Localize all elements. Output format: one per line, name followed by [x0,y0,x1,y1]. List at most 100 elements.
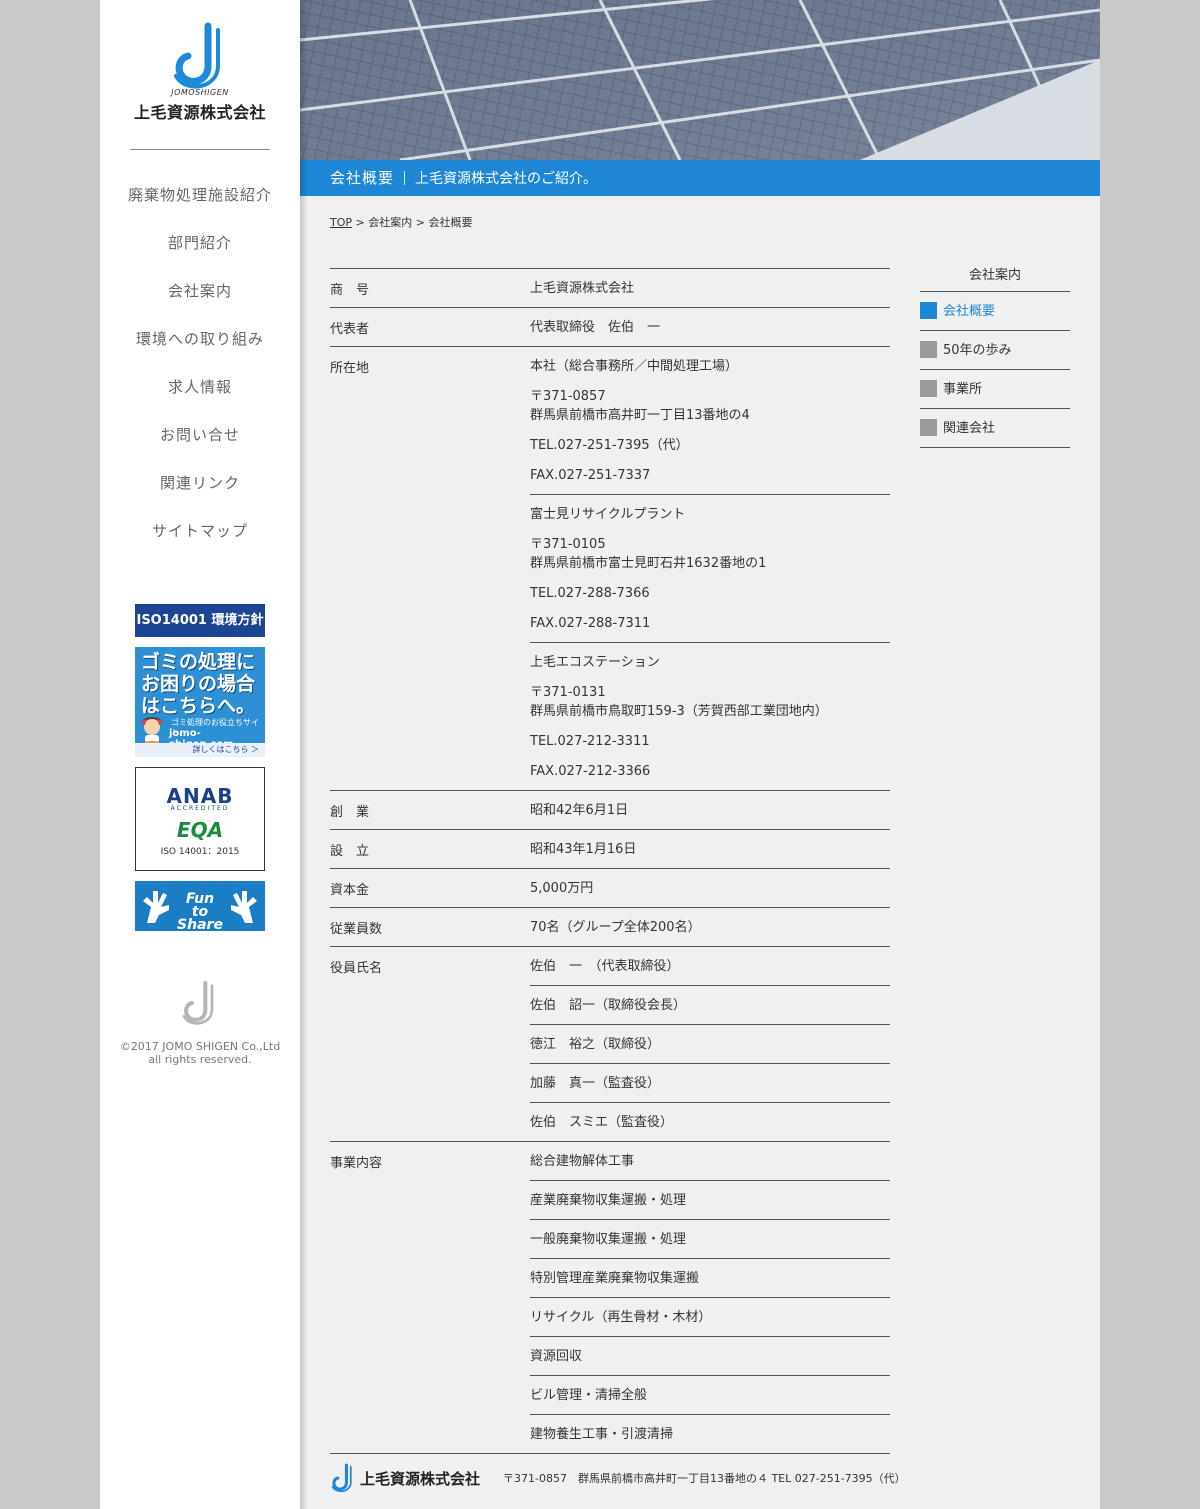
location-tel: TEL.027-251-7395（代） [530,438,689,453]
iso-standard-label: ISO 14001：2015 [160,847,240,857]
table-row: 事業内容 総合建物解体工事 産業廃棄物収集運搬・処理 一般廃棄物収集運搬・処理 … [330,1142,890,1454]
location-street: 群馬県前橋市富士見町石井1632番地の1 [530,556,767,571]
business-item: ビル管理・清掃全般 [530,1375,890,1414]
eqa-logo: EQA [176,818,224,842]
company-subnav: 会社案内 会社概要 50年の歩み 事業所 関連会社 [920,264,1070,448]
location-address: 〒371-0857 群馬県前橋市高井町一丁目13番地の4 [530,387,890,425]
row-label-location: 所在地 [330,361,370,376]
business-item: リサイクル（再生骨材・木材） [530,1297,890,1336]
site-logo[interactable]: JOMOSHIGEN 上毛資源株式会社 [100,22,300,123]
location-zip: 〒371-0105 [530,537,606,552]
copyright-line-1: ©2017 JOMO SHIGEN Co.,Ltd [119,1040,281,1053]
nav-item-sitemap[interactable]: サイトマップ [100,514,300,562]
subnav-item-label: 関連会社 [943,421,996,436]
solar-panel-illustration [300,0,1100,160]
row-value-trade-name: 上毛資源株式会社 [530,281,635,296]
subnav-item-label: 50年の歩み [943,343,1012,358]
page-subtitle: 上毛資源株式会社のご紹介。 [415,171,598,187]
breadcrumb-company[interactable]: 会社案内 [368,216,412,229]
breadcrumb-current: 会社概要 [428,216,473,229]
location-address: 〒371-0131 群馬県前橋市鳥取町159-3（芳賀西部工業団地内） [530,683,890,721]
square-bullet-icon [920,341,937,358]
business-item: 特別管理産業廃棄物収集運搬 [530,1258,890,1297]
location-fujimi-plant: 富士見リサイクルプラント 〒371-0105 群馬県前橋市富士見町石井1632番地… [530,494,890,642]
table-row: 役員氏名 佐伯 一 （代表取締役） 佐伯 詔一（取締役会長） 徳江 裕之（取締役… [330,947,890,1142]
location-fax: FAX.027-212-3366 [530,764,651,779]
row-value-employees: 70名（グループ全体200名） [530,920,701,935]
footer-logo-mark-icon[interactable] [330,1460,356,1496]
footer-address: 〒371-0857 群馬県前橋市高井町一丁目13番地の４ TEL 027-251… [503,1472,906,1485]
gomi-line-3: はこちらへ。 [141,695,256,717]
table-row: 設 立 昭和43年1月16日 [330,830,890,869]
nav-item-departments[interactable]: 部門紹介 [100,226,300,274]
row-value-capital: 5,000万円 [530,881,594,896]
location-zip: 〒371-0131 [530,685,606,700]
officer-item: 佐伯 一 （代表取締役） [530,959,680,974]
row-label-established: 設 立 [330,844,370,859]
page-title-bar: 会社概要 上毛資源株式会社のご紹介。 [300,160,1100,196]
main-edge-shadow [300,0,308,1509]
table-row: 創 業 昭和42年6月1日 [330,791,890,830]
officer-item: 加藤 真一（監査役） [530,1063,890,1102]
location-name: 富士見リサイクルプラント [530,507,686,522]
breadcrumb-sep-1: > [352,216,369,229]
logo-mark-icon [174,22,220,89]
title-separator [404,171,406,185]
row-value-established: 昭和43年1月16日 [530,842,637,857]
page-footer: 上毛資源株式会社 〒371-0857 群馬県前橋市高井町一丁目13番地の４ TE… [330,1458,1090,1498]
gomi-help-banner[interactable]: ゴミの処理に お困りの場合 はこちらへ。 ゴミ処理のお役立ちサイト jomo-s… [135,647,265,757]
copyright: ©2017 JOMO SHIGEN Co.,Ltd all rights res… [100,1040,300,1066]
footer-company-name: 上毛資源株式会社 [360,1470,481,1488]
row-label-trade-name: 商 号 [330,283,370,298]
main-content: 会社概要 上毛資源株式会社のご紹介。 TOP > 会社案内 > 会社概要 商 号 … [300,0,1100,1509]
company-info-table: 商 号 上毛資源株式会社 代表者 代表取締役 佐伯 一 所在地 本社（総合事務所… [330,268,890,1454]
officer-item: 徳江 裕之（取締役） [530,1024,890,1063]
fun-to-share-banner[interactable]: Fun to Share [135,881,265,932]
business-item: 一般廃棄物収集運搬・処理 [530,1219,890,1258]
nav-item-links[interactable]: 関連リンク [100,466,300,514]
row-label-officers: 役員氏名 [330,961,383,976]
location-name: 本社（総合事務所／中間処理工場） [530,359,739,374]
breadcrumb-top-link[interactable]: TOP [330,216,352,229]
nav-item-facilities[interactable]: 廃棄物処理施設紹介 [100,178,300,226]
row-value-representative: 代表取締役 佐伯 一 [530,320,661,335]
logo-company-name: 上毛資源株式会社 [133,103,266,122]
sidebar: JOMOSHIGEN 上毛資源株式会社 廃棄物処理施設紹介 部門紹介 会社案内 … [100,0,300,1509]
location-tel: TEL.027-288-7366 [530,586,650,601]
table-row: 商 号 上毛資源株式会社 [330,269,890,308]
subnav-item-offices[interactable]: 事業所 [920,370,1070,409]
officer-item: 佐伯 詔一（取締役会長） [530,985,890,1024]
page-wrapper: JOMOSHIGEN 上毛資源株式会社 廃棄物処理施設紹介 部門紹介 会社案内 … [100,0,1100,1509]
business-item: 資源回収 [530,1336,890,1375]
square-bullet-icon [920,380,937,397]
location-zip: 〒371-0857 [530,389,606,404]
square-bullet-icon [920,302,937,319]
nav-item-company[interactable]: 会社案内 [100,274,300,322]
anab-accredited: ACCREDITED [170,805,230,812]
row-value-founded: 昭和42年6月1日 [530,803,629,818]
nav-item-recruit[interactable]: 求人情報 [100,370,300,418]
location-street: 群馬県前橋市鳥取町159-3（芳賀西部工業団地内） [530,704,828,719]
gomi-line-1: ゴミの処理に [141,651,256,673]
breadcrumb: TOP > 会社案内 > 会社概要 [330,214,472,230]
location-fax: FAX.027-288-7311 [530,616,651,631]
row-label-representative: 代表者 [330,322,370,337]
row-label-employees: 従業員数 [330,922,383,937]
subnav-item-overview[interactable]: 会社概要 [920,292,1070,331]
nav-item-contact[interactable]: お問い合せ [100,418,300,466]
anab-certification-banner[interactable]: ANAB ACCREDITED EQA ISO 14001：2015 [135,767,265,871]
subnav-item-label: 事業所 [943,382,983,397]
footer-logo-gray [100,980,300,1030]
square-bullet-icon [920,419,937,436]
iso-policy-banner[interactable]: ISO14001 環境方針 [135,604,265,637]
location-tel: TEL.027-212-3311 [530,734,650,749]
gomi-more-link[interactable]: 詳しくはこちら ＞ [135,743,265,757]
officer-item: 佐伯 スミエ（監査役） [530,1102,890,1141]
table-row: 資本金 5,000万円 [330,869,890,908]
subnav-item-affiliates[interactable]: 関連会社 [920,409,1070,448]
hand-left-icon [143,891,169,923]
nav-item-environment[interactable]: 環境への取り組み [100,322,300,370]
location-address: 〒371-0105 群馬県前橋市富士見町石井1632番地の1 [530,535,890,573]
location-street: 群馬県前橋市高井町一丁目13番地の4 [530,408,750,423]
subnav-item-history[interactable]: 50年の歩み [920,331,1070,370]
